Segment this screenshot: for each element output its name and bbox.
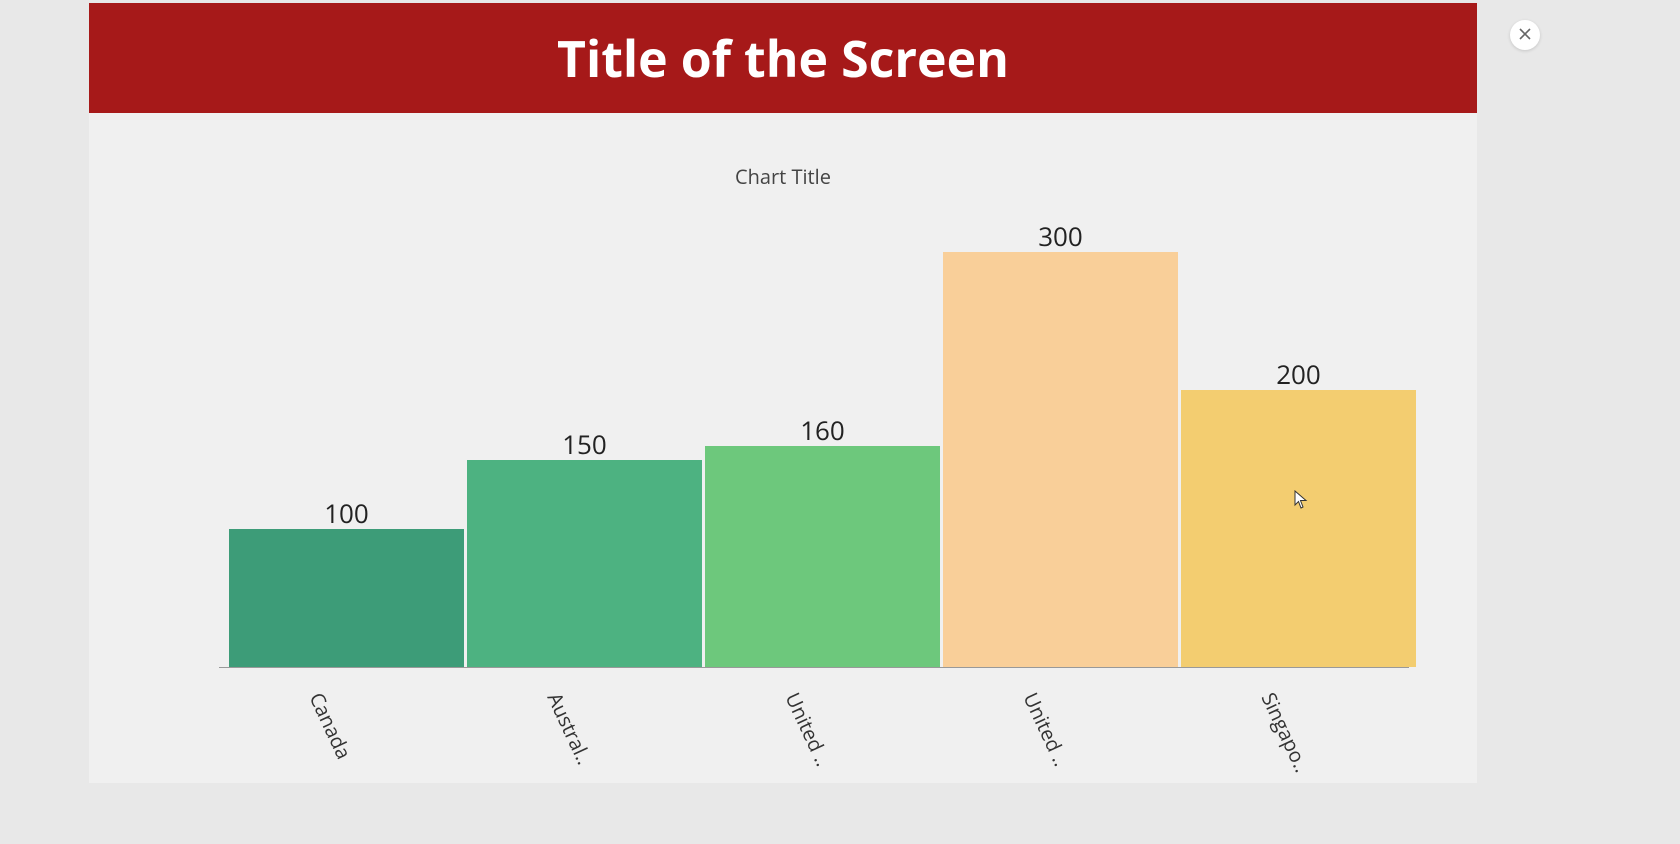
close-icon (1518, 24, 1532, 46)
page-title: Title of the Screen (557, 24, 1009, 92)
chart-plot-area[interactable]: Revenue 100150160300200 (219, 243, 1409, 668)
close-button[interactable] (1510, 20, 1540, 50)
x-tick-label: United .. (780, 688, 838, 770)
x-tick-label: Austral.. (542, 688, 599, 769)
bar-value-label: 300 (943, 218, 1178, 254)
x-tick-label: Canada (304, 688, 358, 763)
chart-body: Chart Title Revenue 100150160300200 Cana… (89, 113, 1477, 783)
bar-1[interactable]: 150 (467, 460, 702, 668)
bar-4[interactable]: 200 (1181, 390, 1416, 667)
bar-2[interactable]: 160 (705, 446, 940, 667)
screen-container: Title of the Screen Chart Title Revenue … (89, 3, 1477, 783)
bar-0[interactable]: 100 (229, 529, 464, 667)
x-axis-labels: Canada Austral.. United .. United .. Singapo… (219, 678, 1409, 778)
bar-value-label: 100 (229, 495, 464, 531)
bar-value-label: 160 (705, 412, 940, 448)
chart-title: Chart Title (89, 163, 1477, 190)
bar-value-label: 200 (1181, 356, 1416, 392)
bar-3[interactable]: 300 (943, 252, 1178, 667)
x-tick-label: United .. (1018, 688, 1076, 770)
bar-value-label: 150 (467, 426, 702, 462)
header-bar: Title of the Screen (89, 3, 1477, 113)
x-tick-label: Singapo.. (1256, 688, 1316, 776)
